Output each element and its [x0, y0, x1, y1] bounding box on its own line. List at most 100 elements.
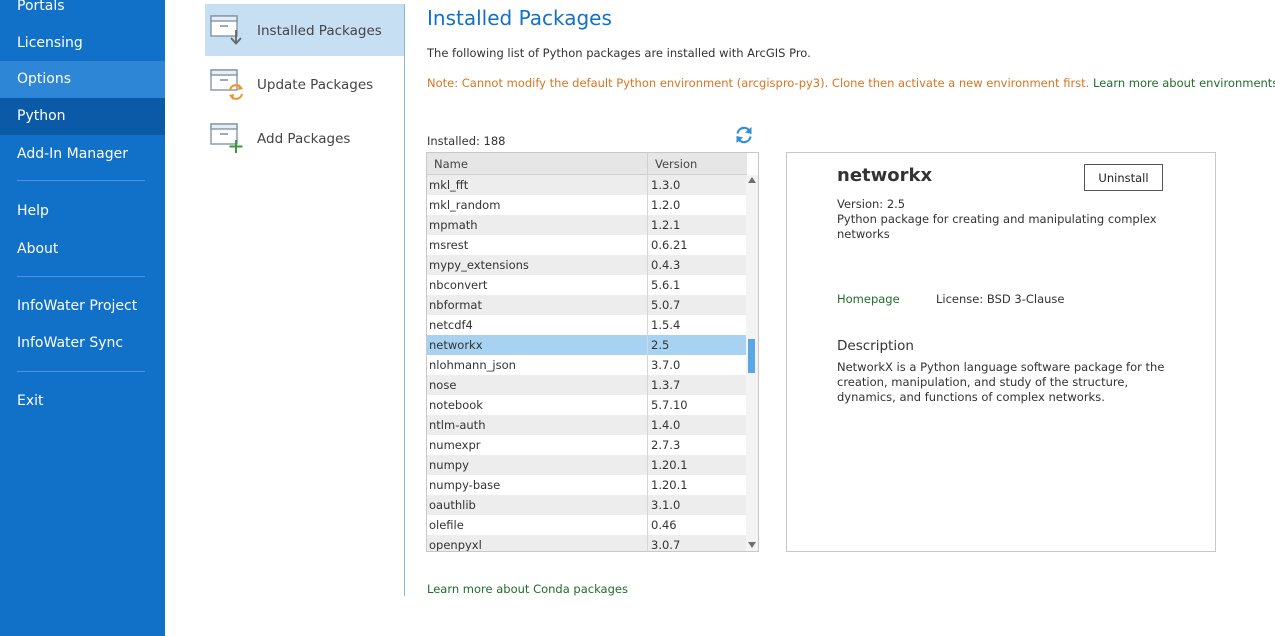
table-row[interactable]: mkl_random 1.2.0 — [427, 195, 747, 215]
installed-count: Installed: 188 — [427, 134, 506, 148]
package-name-cell: numexpr — [427, 435, 648, 455]
refresh-icon[interactable] — [734, 125, 754, 145]
package-name-cell: mypy_extensions — [427, 255, 648, 275]
package-version-cell: 0.6.21 — [648, 235, 747, 255]
table-row[interactable]: nlohmann_json 3.7.0 — [427, 355, 747, 375]
package-name-cell: nbformat — [427, 295, 648, 315]
nav-item-label: Add-In Manager — [17, 146, 128, 162]
scroll-thumb[interactable] — [748, 339, 755, 373]
column-header-name[interactable]: Name — [427, 153, 648, 175]
subnav-item-label: Installed Packages — [257, 23, 382, 39]
package-version-cell: 0.46 — [648, 515, 747, 535]
nav-divider — [17, 276, 145, 277]
nav-item-help[interactable]: Help — [0, 193, 165, 230]
subnav-item-label: Add Packages — [257, 131, 351, 147]
table-row[interactable]: nbconvert 5.6.1 — [427, 275, 747, 295]
package-name-cell: olefile — [427, 515, 648, 535]
package-name-cell: notebook — [427, 395, 648, 415]
package-version-cell: 1.3.0 — [648, 175, 747, 195]
subnav-item-update-packages[interactable]: Update Packages — [205, 58, 404, 110]
package-version-cell: 1.4.0 — [648, 415, 747, 435]
package-version-cell: 5.7.10 — [648, 395, 747, 415]
table-row[interactable]: networkx 2.5 — [427, 335, 747, 355]
conda-packages-link[interactable]: Learn more about Conda packages — [427, 582, 628, 596]
package-version-cell: 2.5 — [648, 335, 747, 355]
nav-item-infowater-sync[interactable]: InfoWater Sync — [0, 325, 165, 362]
package-version-cell: 1.2.0 — [648, 195, 747, 215]
subnav-divider — [404, 4, 405, 596]
package-name-cell: mpmath — [427, 215, 648, 235]
table-row[interactable]: mpmath 1.2.1 — [427, 215, 747, 235]
subnav-item-label: Update Packages — [257, 77, 374, 93]
description-text: NetworkX is a Python language software p… — [837, 360, 1165, 404]
nav-item-about[interactable]: About — [0, 231, 165, 268]
nav-item-options[interactable]: Options — [0, 61, 165, 98]
nav-divider — [17, 180, 145, 181]
package-version-cell: 1.3.7 — [648, 375, 747, 395]
table-row[interactable]: netcdf4 1.5.4 — [427, 315, 747, 335]
subnav-item-add-packages[interactable]: Add Packages — [205, 112, 404, 164]
column-header-version[interactable]: Version — [648, 153, 747, 175]
table-row[interactable]: numpy 1.20.1 — [427, 455, 747, 475]
add-packages-icon — [210, 122, 244, 154]
package-name: networkx — [837, 165, 933, 186]
package-name-cell: nose — [427, 375, 648, 395]
package-summary: Python package for creating and manipula… — [837, 212, 1157, 241]
nav-item-label: Python — [17, 108, 66, 124]
package-name-cell: nbconvert — [427, 275, 648, 295]
table-row[interactable]: openpyxl 3.0.7 — [427, 535, 747, 551]
package-license: License: BSD 3-Clause — [936, 292, 1065, 306]
table-row[interactable]: nose 1.3.7 — [427, 375, 747, 395]
package-version-cell: 1.20.1 — [648, 475, 747, 495]
table-row[interactable]: notebook 5.7.10 — [427, 395, 747, 415]
table-row[interactable]: ntlm-auth 1.4.0 — [427, 415, 747, 435]
package-version-cell: 1.2.1 — [648, 215, 747, 235]
nav-item-add-in-manager[interactable]: Add-In Manager — [0, 136, 165, 173]
package-name-cell: numpy-base — [427, 475, 648, 495]
package-version-cell: 3.7.0 — [648, 355, 747, 375]
nav-item-label: Licensing — [17, 35, 83, 51]
subnav-item-installed-packages[interactable]: Installed Packages — [205, 4, 404, 56]
package-name-cell: netcdf4 — [427, 315, 648, 335]
scroll-up-arrow-icon[interactable] — [748, 177, 756, 183]
nav-item-exit[interactable]: Exit — [0, 383, 165, 420]
backstage-nav: Portals Licensing Options Python Add-In … — [0, 0, 165, 636]
table-row[interactable]: olefile 0.46 — [427, 515, 747, 535]
uninstall-button[interactable]: Uninstall — [1084, 164, 1163, 191]
environment-note: Note: Cannot modify the default Python e… — [427, 76, 1275, 90]
nav-item-infowater-project[interactable]: InfoWater Project — [0, 288, 165, 325]
package-name-cell: msrest — [427, 235, 648, 255]
nav-item-label: Exit — [17, 393, 44, 409]
update-packages-icon — [210, 68, 244, 100]
table-row[interactable]: nbformat 5.0.7 — [427, 295, 747, 315]
nav-item-portals[interactable]: Portals — [0, 0, 165, 25]
intro-text: The following list of Python packages ar… — [427, 46, 811, 60]
nav-item-label: Portals — [17, 0, 65, 14]
homepage-link[interactable]: Homepage — [837, 292, 900, 306]
table-row[interactable]: numexpr 2.7.3 — [427, 435, 747, 455]
package-details-panel: networkx Uninstall Version: 2.5 Python p… — [786, 152, 1216, 552]
packages-table[interactable]: Name Version mkl_fft 1.3.0 mkl_random 1.2.0… — [426, 152, 759, 552]
environments-link[interactable]: Learn more about environments. — [1093, 76, 1275, 90]
table-row[interactable]: oauthlib 3.1.0 — [427, 495, 747, 515]
table-row[interactable]: mypy_extensions 0.4.3 — [427, 255, 747, 275]
nav-item-label: InfoWater Project — [17, 298, 138, 314]
table-row[interactable]: numpy-base 1.20.1 — [427, 475, 747, 495]
package-version-cell: 5.0.7 — [648, 295, 747, 315]
table-row[interactable]: msrest 0.6.21 — [427, 235, 747, 255]
package-name-cell: oauthlib — [427, 495, 648, 515]
nav-item-python[interactable]: Python — [0, 98, 165, 135]
nav-item-licensing[interactable]: Licensing — [0, 25, 165, 62]
nav-item-label: InfoWater Sync — [17, 335, 124, 351]
scroll-down-arrow-icon[interactable] — [748, 542, 756, 548]
package-version-cell: 3.0.7 — [648, 535, 747, 551]
nav-divider — [17, 371, 145, 372]
table-scrollbar[interactable] — [746, 175, 758, 551]
package-name-cell: openpyxl — [427, 535, 648, 551]
package-name-cell: mkl_fft — [427, 175, 648, 195]
table-row[interactable]: mkl_fft 1.3.0 — [427, 175, 747, 195]
table-header: Name Version — [427, 153, 747, 175]
package-version: Version: 2.5 — [837, 197, 906, 211]
package-version-cell: 1.20.1 — [648, 455, 747, 475]
table-body: mkl_fft 1.3.0 mkl_random 1.2.0 mpmath 1.2.1 ms… — [427, 175, 747, 551]
